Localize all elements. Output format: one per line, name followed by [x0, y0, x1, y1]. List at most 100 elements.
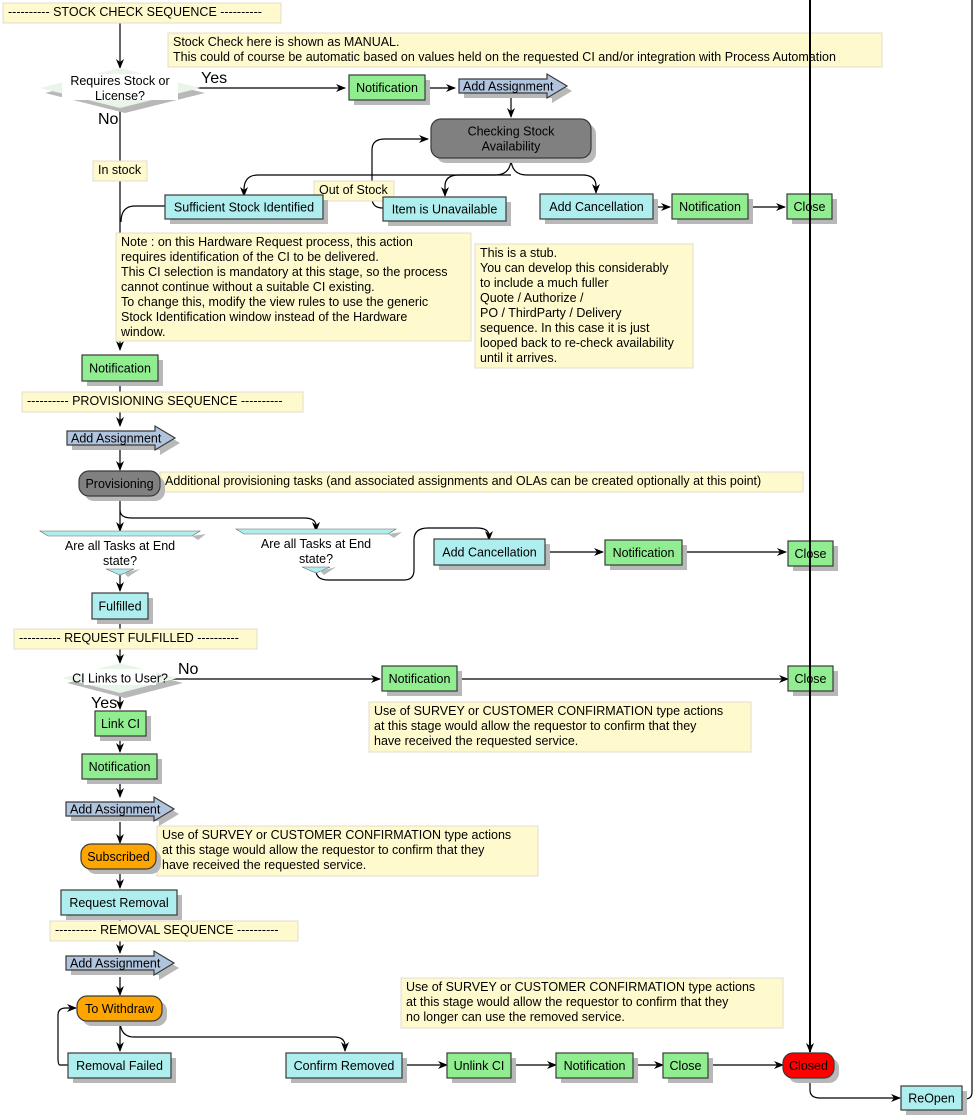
node-label: License? — [95, 89, 145, 103]
to-withdraw-state[interactable]: To Withdraw — [76, 995, 167, 1026]
note-text: sequence. In this case it is just — [480, 321, 650, 335]
edge-label-yes: Yes — [201, 70, 227, 87]
subscribed-state[interactable]: Subscribed — [80, 843, 161, 874]
note-text: ---------- STOCK CHECK SEQUENCE --------… — [8, 5, 262, 19]
node-label: ReOpen — [908, 1092, 955, 1106]
add-cancellation-node-2[interactable]: Add Cancellation — [433, 538, 550, 570]
notification-node-7[interactable]: Notification — [555, 1052, 638, 1083]
node-label: state? — [103, 554, 137, 568]
node-label: Notification — [89, 362, 151, 376]
edge — [441, 174, 511, 197]
edge-label-no: No — [98, 111, 119, 128]
edge-label-yes-ci: Yes — [91, 695, 117, 712]
add-assignment-node-1[interactable]: Add Assignment — [458, 72, 572, 103]
note-text: This could of course be automatic based … — [173, 50, 836, 64]
note-text: This CI selection is mandatory at this s… — [121, 265, 448, 279]
unlink-ci-node[interactable]: Unlink CI — [446, 1052, 516, 1083]
nodes: ---------- STOCK CHECK SEQUENCE --------… — [2, 2, 967, 1115]
close-node-2[interactable]: Close — [787, 540, 838, 571]
node-label: To Withdraw — [85, 1002, 155, 1016]
node-label: Sufficient Stock Identified — [174, 201, 314, 215]
add-assignment-node-3[interactable]: Add Assignment — [65, 795, 179, 826]
note-text: at this stage would allow the requestor … — [162, 843, 485, 857]
note-text: Use of SURVEY or CUSTOMER CONFIRMATION t… — [406, 980, 755, 994]
note-in-stock: In stock — [92, 160, 148, 182]
node-label: Removal Failed — [76, 1059, 163, 1073]
note-text: have received the requested service. — [374, 734, 578, 748]
node-label: Add Assignment — [70, 803, 161, 817]
decision-tasks-end-1[interactable]: Are all Tasks at Endstate? — [38, 530, 206, 577]
link-ci-node[interactable]: Link CI — [94, 710, 151, 741]
note-text: Note : on this Hardware Request process,… — [121, 235, 413, 249]
note-text: PO / ThirdParty / Delivery — [480, 306, 622, 320]
note-text: Use of SURVEY or CUSTOMER CONFIRMATION t… — [374, 704, 723, 718]
confirm-removed-node[interactable]: Confirm Removed — [285, 1052, 407, 1083]
request-removal-node[interactable]: Request Removal — [60, 889, 182, 920]
node-label: Notification — [356, 81, 418, 95]
node-label: Closed — [789, 1059, 828, 1073]
decision-tasks-end-2[interactable]: Are all Tasks at Endstate? — [234, 528, 402, 575]
note-survey-1: Use of SURVEY or CUSTOMER CONFIRMATION t… — [368, 701, 752, 753]
item-unavailable-node[interactable]: Item is Unavailable — [382, 196, 511, 226]
fulfilled-node[interactable]: Fulfilled — [91, 592, 153, 624]
note-text: no longer can use the removed service. — [406, 1010, 625, 1024]
notification-node-1[interactable]: Notification — [348, 74, 430, 105]
workflow-canvas: ---------- STOCK CHECK SEQUENCE --------… — [2, 0, 973, 1115]
node-label: Request Removal — [69, 896, 168, 910]
edge — [119, 509, 320, 532]
note-manual-stock: Stock Check here is shown as MANUAL.This… — [167, 32, 883, 68]
node-label: CI Links to User? — [72, 672, 168, 686]
node-label: Notification — [389, 672, 451, 686]
node-label: Notification — [89, 760, 151, 774]
notification-node-6[interactable]: Notification — [81, 753, 162, 784]
note-out-of-stock: Out of Stock — [313, 180, 395, 202]
node-label: Add Assignment — [463, 80, 554, 94]
note-survey-3: Use of SURVEY or CUSTOMER CONFIRMATION t… — [400, 977, 784, 1029]
node-label: Unlink CI — [454, 1059, 505, 1073]
node-label: Are all Tasks at End — [261, 537, 371, 551]
node-label: Add Cancellation — [549, 200, 644, 214]
note-text: ---------- REMOVAL SEQUENCE ---------- — [55, 923, 279, 937]
close-node-1[interactable]: Close — [786, 193, 837, 224]
removal-failed-node[interactable]: Removal Failed — [67, 1052, 176, 1083]
note-hardware: Note : on this Hardware Request process,… — [115, 232, 472, 342]
section-provisioning: ---------- PROVISIONING SEQUENCE -------… — [21, 391, 304, 413]
node-label: Provisioning — [85, 477, 153, 491]
add-assignment-node-2[interactable]: Add Assignment — [66, 424, 180, 455]
note-text: ---------- PROVISIONING SEQUENCE -------… — [27, 394, 283, 408]
note-text: at this stage would allow the requestor … — [374, 719, 697, 733]
node-label: Close — [670, 1059, 702, 1073]
note-provisioning-tasks: Additional provisioning tasks (and assoc… — [159, 471, 804, 493]
note-text: requires identification of the CI to be … — [121, 250, 379, 264]
notification-node-4[interactable]: Notification — [604, 539, 687, 570]
add-assignment-node-4[interactable]: Add Assignment — [65, 949, 179, 980]
node-label: Notification — [564, 1059, 626, 1073]
decision-ci-links[interactable]: CI Links to User? — [62, 663, 183, 698]
note-text: cannot continue without a suitable CI ex… — [121, 280, 375, 294]
note-text: Stock Identification window instead of t… — [121, 310, 407, 324]
node-label: Notification — [613, 546, 675, 560]
closed-state[interactable]: Closed — [782, 1052, 839, 1083]
notification-node-3[interactable]: Notification — [81, 354, 163, 386]
note-text: Stock Check here is shown as MANUAL. — [173, 35, 399, 49]
notification-node-2[interactable]: Notification — [671, 193, 753, 224]
notification-node-5[interactable]: Notification — [381, 665, 462, 696]
section-stock-check: ---------- STOCK CHECK SEQUENCE --------… — [2, 2, 282, 24]
note-text: Additional provisioning tasks (and assoc… — [165, 474, 761, 488]
close-node-3[interactable]: Close — [787, 665, 838, 696]
sufficient-stock-node[interactable]: Sufficient Stock Identified — [164, 194, 328, 224]
decision-requires-stock[interactable]: Requires Stock orLicense? — [40, 68, 205, 113]
note-text: Out of Stock — [319, 183, 389, 197]
edge-label-no-ci: No — [178, 661, 199, 678]
provisioning-state[interactable]: Provisioning — [78, 470, 165, 501]
checking-stock-state[interactable]: Checking StockAvailability — [430, 118, 596, 163]
note-survey-2: Use of SURVEY or CUSTOMER CONFIRMATION t… — [156, 825, 539, 877]
note-text: ---------- REQUEST FULFILLED ---------- — [19, 631, 239, 645]
reopen-node[interactable]: ReOpen — [900, 1085, 967, 1115]
node-label: Fulfilled — [98, 600, 141, 614]
close-node-4[interactable]: Close — [662, 1052, 713, 1083]
node-label: Availability — [482, 140, 542, 154]
note-text: until it arrives. — [480, 351, 557, 365]
node-label: Confirm Removed — [294, 1059, 395, 1073]
add-cancellation-node-1[interactable]: Add Cancellation — [539, 193, 658, 224]
